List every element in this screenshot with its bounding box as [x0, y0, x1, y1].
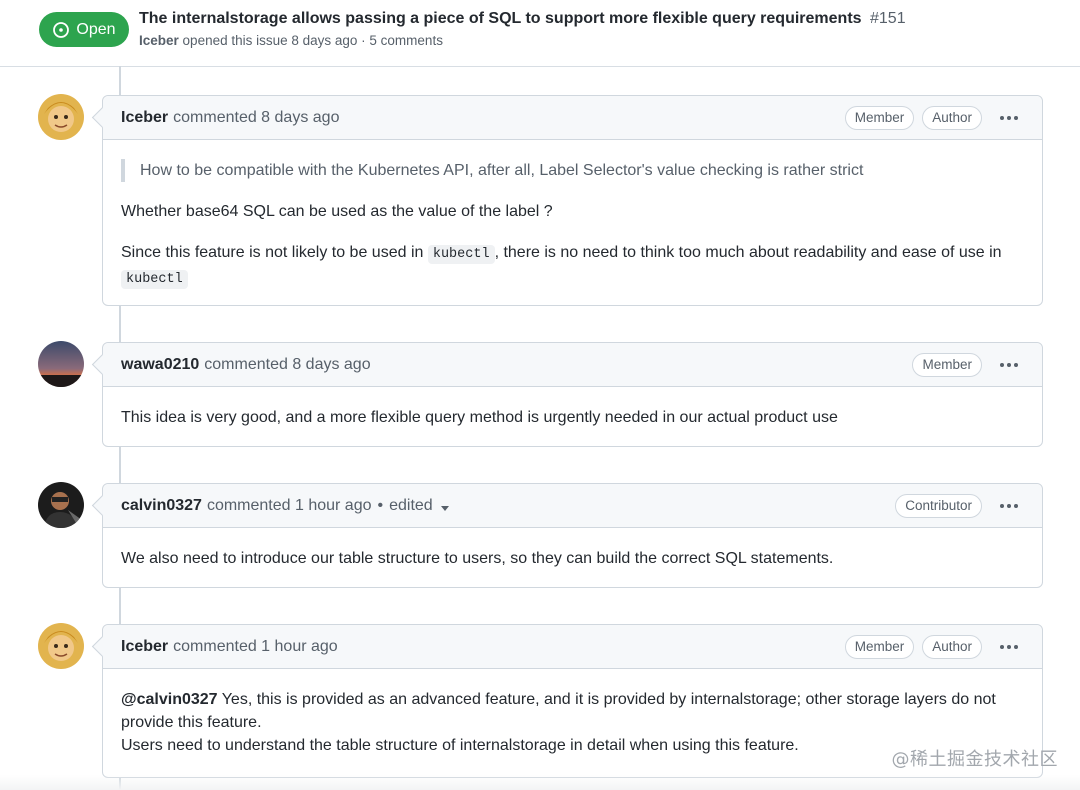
kebab-icon[interactable] — [994, 354, 1024, 376]
comment-paragraph: Users need to understand the table struc… — [121, 737, 799, 754]
bottom-fade — [0, 775, 1080, 790]
comment-header-actions: Contributor — [895, 493, 1024, 518]
comment-paragraph: @calvin0327 Yes, this is provided as an … — [121, 688, 1024, 734]
edited-dropdown[interactable]: edited — [389, 497, 449, 515]
issue-title: The internalstorage allows passing a pie… — [139, 10, 906, 28]
comment-header: calvin0327 commented 1 hour ago • edited… — [103, 484, 1042, 528]
inline-code: kubectl — [121, 270, 188, 289]
separator-dot: • — [377, 496, 384, 514]
comment-paragraph: We also need to introduce our table stru… — [121, 550, 834, 567]
comment-timestamp[interactable]: commented 1 hour ago — [173, 638, 338, 656]
author-label: Author — [922, 105, 982, 130]
issue-title-text: The internalstorage allows passing a pie… — [139, 10, 862, 27]
avatar-wawa0210[interactable] — [38, 341, 84, 387]
issue-meta-text: opened this issue 8 days ago · 5 comment… — [182, 33, 443, 48]
comment-paragraph: Whether base64 SQL can be used as the va… — [121, 203, 553, 220]
issue-author-link[interactable]: Iceber — [139, 33, 179, 48]
comment-body: This idea is very good, and a more flexi… — [103, 387, 1042, 429]
comment-header-actions: Member Author — [844, 105, 1024, 130]
user-mention[interactable]: @calvin0327 — [121, 691, 218, 708]
comment-author[interactable]: calvin0327 — [121, 497, 202, 515]
comment-1: Iceber commented 8 days ago Member Autho… — [91, 95, 1043, 306]
comment-header: wawa0210 commented 8 days ago Member — [103, 343, 1042, 387]
comment-3: calvin0327 commented 1 hour ago • edited… — [91, 483, 1043, 588]
comment-paragraph: Since this feature is not likely to be u… — [121, 241, 1024, 291]
author-label: Author — [922, 634, 982, 659]
issue-number: #151 — [870, 10, 906, 27]
member-label: Member — [912, 352, 982, 377]
kebab-icon[interactable] — [994, 636, 1024, 658]
watermark: @稀土掘金技术社区 — [891, 749, 1058, 770]
text-run: Since this feature is not likely to be u… — [121, 244, 428, 261]
issue-header: Open The internalstorage allows passing … — [0, 0, 1080, 67]
comment-body: We also need to introduce our table stru… — [103, 528, 1042, 570]
comment-author[interactable]: wawa0210 — [121, 356, 199, 374]
inline-code: kubectl — [427, 245, 495, 264]
comment-timestamp[interactable]: commented 1 hour ago — [207, 497, 372, 515]
member-label: Member — [844, 634, 915, 659]
caret-down-icon — [440, 505, 449, 511]
text-run: , there is no need to think too much abo… — [494, 244, 1002, 261]
comment-2: wawa0210 commented 8 days ago Member Thi… — [91, 342, 1043, 447]
comment-body: How to be compatible with the Kubernetes… — [103, 140, 1042, 291]
comment-header: Iceber commented 8 days ago Member Autho… — [103, 96, 1042, 140]
comment-timestamp[interactable]: commented 8 days ago — [173, 109, 339, 127]
avatar-calvin0327[interactable] — [38, 482, 84, 528]
issue-state-badge: Open — [39, 12, 129, 47]
issue-state-label: Open — [76, 20, 116, 38]
comment-body: @calvin0327 Yes, this is provided as an … — [103, 669, 1042, 757]
kebab-icon[interactable] — [994, 107, 1024, 129]
avatar-iceber[interactable] — [38, 623, 84, 669]
member-label: Member — [844, 105, 915, 130]
avatar-iceber[interactable] — [38, 94, 84, 140]
contributor-label: Contributor — [895, 493, 982, 518]
comment-quote: How to be compatible with the Kubernetes… — [121, 159, 1024, 182]
edited-label: edited — [389, 496, 433, 514]
comment-header-actions: Member Author — [844, 634, 1024, 659]
issue-meta: Iceber opened this issue 8 days ago · 5 … — [139, 33, 443, 48]
comment-header: Iceber commented 1 hour ago Member Autho… — [103, 625, 1042, 669]
kebab-icon[interactable] — [994, 495, 1024, 517]
text-run: Yes, this is provided as an advanced fea… — [121, 691, 996, 731]
comment-author[interactable]: Iceber — [121, 638, 168, 656]
comment-timestamp[interactable]: commented 8 days ago — [204, 356, 370, 374]
comment-paragraph: This idea is very good, and a more flexi… — [121, 409, 838, 426]
issue-opened-icon — [52, 21, 70, 39]
comment-author[interactable]: Iceber — [121, 109, 168, 127]
comment-header-actions: Member — [912, 352, 1024, 377]
